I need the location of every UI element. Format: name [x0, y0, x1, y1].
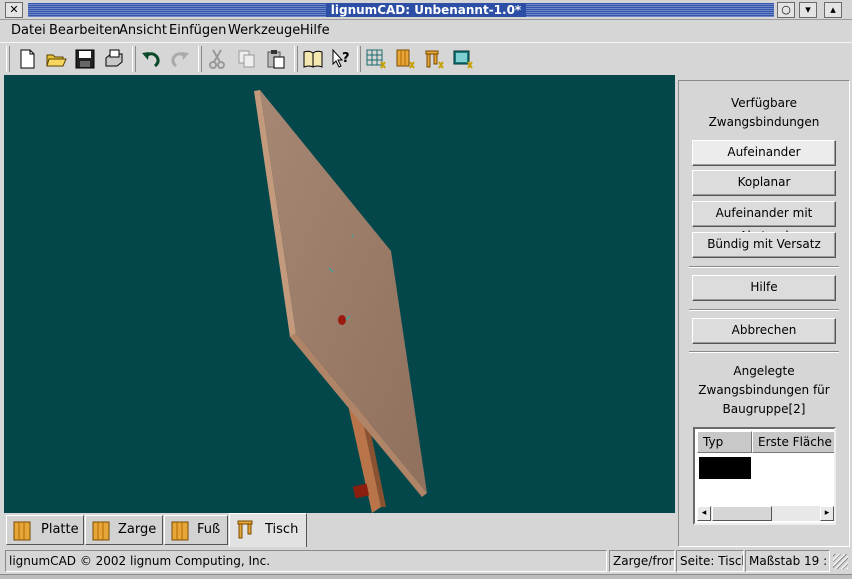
- status-scale: Maßstab 19 : 2: [745, 550, 830, 572]
- scroll-left-icon[interactable]: ◂: [697, 506, 711, 521]
- maximize-icon: ▴: [830, 3, 836, 16]
- toolbar-separator: [357, 46, 361, 72]
- copy-icon[interactable]: [234, 47, 260, 71]
- panel-part-icon: [92, 521, 110, 541]
- tab-fuss[interactable]: Fuß: [164, 515, 228, 545]
- toolbar: ?: [0, 42, 852, 74]
- applied-constraints-heading-line3: Baugruppe[2]: [722, 402, 806, 416]
- resize-grip[interactable]: [833, 554, 848, 569]
- circle-icon: ○: [781, 3, 791, 16]
- panel-part-icon: [13, 521, 31, 541]
- save-icon[interactable]: [72, 47, 98, 71]
- window-title: lignumCAD: Unbenannt-1.0*: [0, 3, 852, 17]
- new-assembly-icon[interactable]: [421, 47, 447, 71]
- toolbar-separator: [294, 46, 298, 72]
- tab-platte[interactable]: Platte: [6, 515, 84, 545]
- new-part-icon[interactable]: [392, 47, 418, 71]
- status-constraint: Zarge/front: [609, 550, 675, 572]
- status-page: Seite: Tisch: [676, 550, 744, 572]
- redo-icon[interactable]: [167, 47, 193, 71]
- align-offset-button[interactable]: Bündig mit Versatz: [692, 232, 836, 258]
- applied-constraints-heading-line1: Angelegte: [733, 364, 795, 378]
- page-tabs: Platte Zarge Fuß Tisch: [4, 513, 675, 547]
- available-constraints-heading-line2: Zwangsbindungen: [708, 115, 820, 129]
- tab-tisch[interactable]: Tisch: [229, 513, 307, 547]
- minimize-icon: ▾: [805, 3, 811, 16]
- new-page-icon[interactable]: [363, 47, 389, 71]
- maximize-window-button[interactable]: ▴: [824, 2, 842, 18]
- menu-werkzeuge[interactable]: Werkzeuge: [228, 23, 300, 38]
- menu-bearbeiten[interactable]: Bearbeiten: [49, 23, 120, 38]
- toolbar-separator: [132, 46, 136, 72]
- align-button[interactable]: Koplanar: [692, 170, 836, 196]
- manual-icon[interactable]: [300, 47, 326, 71]
- cancel-button[interactable]: Abbrechen: [692, 318, 836, 344]
- menu-ansicht[interactable]: Ansicht: [119, 23, 167, 38]
- table-row[interactable]: [699, 457, 751, 479]
- tab-label: Zarge: [118, 522, 157, 537]
- available-constraints-heading-line1: Verfügbare: [730, 96, 798, 110]
- mate-button[interactable]: Aufeinander: [692, 140, 836, 166]
- tab-label: Fuß: [197, 522, 221, 537]
- constraints-table[interactable]: Typ Erste Fläche ◂ ▸: [693, 427, 836, 525]
- status-bar: lignumCAD © 2002 lignum Computing, Inc. …: [0, 550, 852, 573]
- minimize-window-button[interactable]: ▾: [799, 2, 817, 18]
- column-header-first-face[interactable]: Erste Fläche: [752, 431, 834, 453]
- window-titlebar[interactable]: ✕ lignumCAD: Unbenannt-1.0* ○ ▾ ▴: [0, 0, 852, 20]
- menu-einfuegen[interactable]: Einfügen: [169, 23, 226, 38]
- menu-bar: Datei Bearbeiten Ansicht Einfügen Werkze…: [0, 21, 852, 41]
- new-model-icon[interactable]: [450, 47, 476, 71]
- constraints-panel: Verfügbare Zwangsbindungen Aufeinander K…: [678, 80, 850, 547]
- model-viewport[interactable]: [4, 75, 675, 513]
- whats-this-icon[interactable]: ?: [328, 47, 354, 71]
- cut-icon[interactable]: [204, 47, 230, 71]
- tab-label: Platte: [41, 522, 79, 537]
- toolbar-separator: [198, 46, 202, 72]
- mate-offset-button[interactable]: Aufeinander mit Abstand: [692, 201, 836, 243]
- menu-datei[interactable]: Datei: [11, 23, 46, 38]
- model-rendering: [254, 90, 427, 513]
- tab-zarge[interactable]: Zarge: [85, 515, 163, 545]
- svg-text:?: ?: [342, 51, 350, 66]
- new-icon[interactable]: [14, 47, 40, 71]
- status-copyright: lignumCAD © 2002 lignum Computing, Inc.: [5, 550, 607, 572]
- panel-divider: [689, 351, 839, 353]
- help-button[interactable]: Hilfe: [692, 275, 836, 301]
- panel-part-icon: [171, 521, 189, 541]
- paste-icon[interactable]: [263, 47, 289, 71]
- scrollbar-thumb[interactable]: [712, 506, 772, 521]
- panel-divider: [689, 309, 839, 311]
- toolbar-grip[interactable]: [6, 46, 10, 72]
- print-icon[interactable]: [101, 47, 127, 71]
- menu-hilfe[interactable]: Hilfe: [300, 23, 330, 38]
- panel-divider: [689, 266, 839, 268]
- tab-label: Tisch: [265, 522, 299, 537]
- applied-constraints-heading-line2: Zwangsbindungen für: [698, 383, 830, 397]
- horizontal-scrollbar[interactable]: ◂ ▸: [697, 506, 834, 521]
- window-bottom-edge: [0, 574, 852, 579]
- table-top: [254, 90, 427, 497]
- undo-icon[interactable]: [138, 47, 164, 71]
- open-icon[interactable]: [43, 47, 69, 71]
- shade-window-button[interactable]: ○: [777, 2, 795, 18]
- scroll-right-icon[interactable]: ▸: [820, 506, 834, 521]
- column-header-typ[interactable]: Typ: [697, 431, 752, 453]
- table-assembly-icon: [237, 520, 253, 539]
